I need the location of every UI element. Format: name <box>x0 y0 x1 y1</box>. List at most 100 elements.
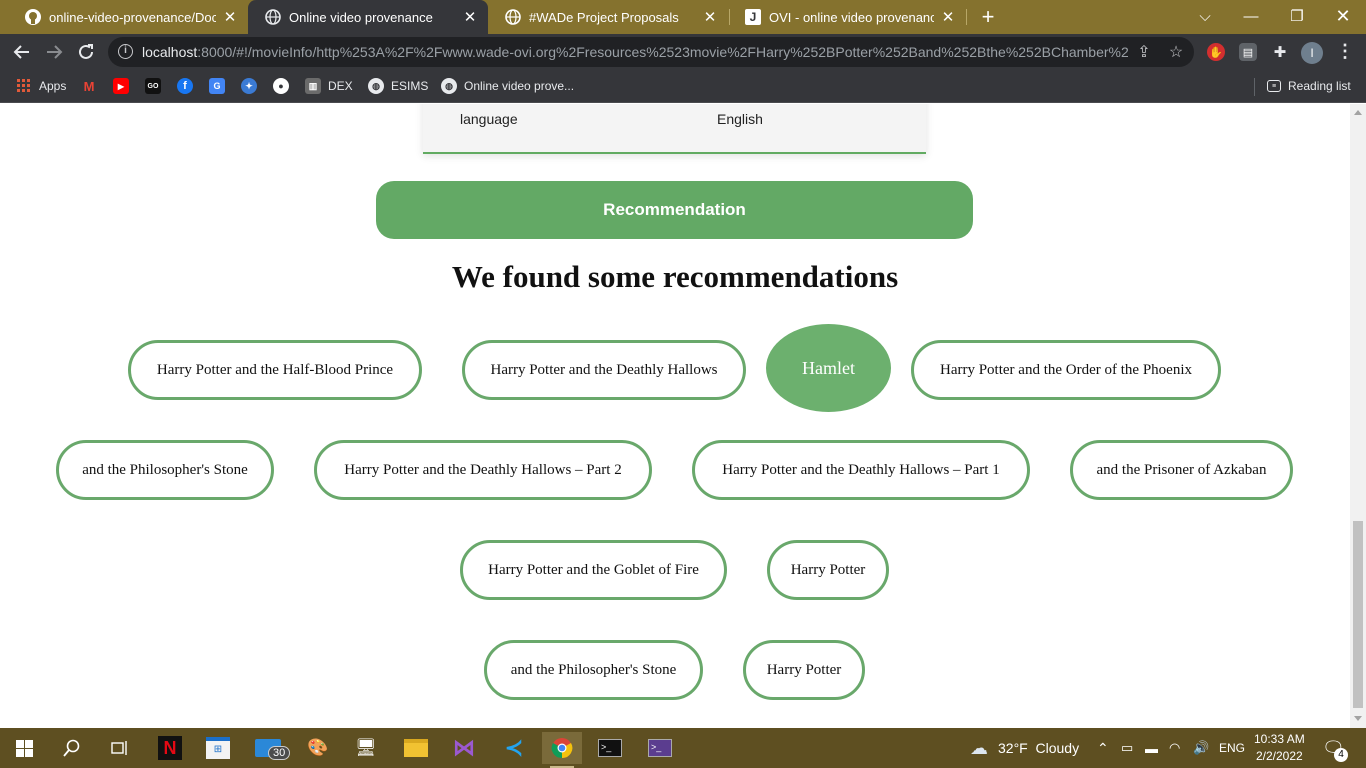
scrollbar-thumb[interactable] <box>1353 521 1363 708</box>
bookmark-separator <box>1254 78 1255 96</box>
close-icon[interactable]: ✕ <box>940 8 956 26</box>
reading-list-icon: ≡ <box>1267 80 1281 92</box>
address-bar[interactable]: i localhost:8000/#!/movieInfo/http%253A%… <box>108 37 1194 67</box>
battery-icon[interactable]: ▬ <box>1145 728 1158 768</box>
forward-button[interactable] <box>41 39 67 65</box>
info-value-language: English <box>717 111 763 127</box>
bookmark-translate[interactable]: G <box>209 76 232 96</box>
task-view-icon[interactable] <box>100 732 140 764</box>
notification-center[interactable]: 🗨 4 <box>1322 728 1348 768</box>
network-icon[interactable]: ▭ <box>1121 728 1133 768</box>
store-app-icon[interactable]: ⊞ <box>198 732 238 764</box>
paint-app-icon[interactable]: 🎨 <box>298 732 338 764</box>
clock-date: 2/2/2022 <box>1255 749 1303 763</box>
bookmark-star-icon[interactable]: ☆ <box>1166 42 1186 62</box>
tab-title: Online video provenance <box>289 9 433 25</box>
globe-icon <box>505 9 521 25</box>
recommendation-pill[interactable]: and the Prisoner of Azkaban <box>1070 440 1293 500</box>
recommendation-pill[interactable]: Harry Potter and the Half-Blood Prince <box>128 340 422 400</box>
url-path: :8000/#!/movieInfo/http%253A%2F%2Fwww.wa… <box>197 44 1128 60</box>
recommendation-pill[interactable]: Harry Potter and the Deathly Hallows <box>462 340 746 400</box>
weather-widget[interactable]: ☁ 32°F Cloudy <box>970 728 1079 768</box>
scroll-up-arrow-icon[interactable] <box>1354 110 1362 115</box>
github-icon <box>25 9 41 25</box>
recommendation-pill[interactable]: Harry Potter and the Order of the Phoeni… <box>911 340 1221 400</box>
bookmark-hbo-go[interactable]: GO <box>145 76 168 96</box>
back-button[interactable] <box>9 39 35 65</box>
extension-icon[interactable]: ▤ <box>1239 43 1257 61</box>
share-icon[interactable]: ⇪ <box>1134 42 1154 62</box>
clock-time: 10:33 AM <box>1254 732 1305 746</box>
bookmark-bird[interactable]: ✦ <box>241 76 264 96</box>
recommendation-button[interactable]: Recommendation <box>376 181 973 239</box>
visual-studio-icon[interactable]: ⋈ <box>444 732 484 764</box>
reload-icon <box>79 44 93 59</box>
url-host: localhost <box>142 44 198 60</box>
language-indicator[interactable]: ENG <box>1219 728 1245 768</box>
puzzle-extensions-icon[interactable]: ✚ <box>1271 43 1289 61</box>
computer-app-icon[interactable]: 🖥 <box>346 732 386 764</box>
powershell-app-icon[interactable]: >_ <box>640 732 680 764</box>
start-button[interactable] <box>4 732 44 764</box>
facebook-icon: f <box>177 78 193 94</box>
bookmark-gmail[interactable]: M <box>81 76 104 96</box>
weather-text: 32°F Cloudy <box>998 740 1080 756</box>
recommendation-pill[interactable]: Harry Potter and the Deathly Hallows – P… <box>692 440 1030 500</box>
tab-search-icon[interactable]: ⌵ <box>1182 0 1228 32</box>
bookmark-dex[interactable]: ▥ DEX <box>305 76 353 96</box>
bookmark-online-video-prove[interactable]: ◍ Online video prove... <box>441 76 574 96</box>
minimize-button[interactable]: — <box>1228 0 1274 32</box>
reload-button[interactable] <box>73 39 99 65</box>
tab-strip: online-video-provenance/Docum ✕ Online v… <box>0 0 1366 34</box>
restore-button[interactable]: ❐ <box>1274 0 1320 32</box>
file-explorer-icon[interactable] <box>396 732 436 764</box>
chevron-up-icon[interactable]: ⌃ <box>1097 728 1109 768</box>
adblock-extension-icon[interactable]: ✋ <box>1207 43 1225 61</box>
chrome-app-icon[interactable] <box>542 732 582 768</box>
volume-icon[interactable]: 🔊 <box>1193 728 1209 768</box>
clock[interactable]: 10:33 AM 2/2/2022 <box>1254 728 1305 768</box>
recommendation-pill[interactable]: and the Philosopher's Stone <box>56 440 274 500</box>
page-content: language English Recommendation We found… <box>0 104 1350 728</box>
globe-icon: ◍ <box>368 78 384 94</box>
recommendation-pill-highlighted[interactable]: Hamlet <box>766 324 891 412</box>
browser-toolbar: i localhost:8000/#!/movieInfo/http%253A%… <box>0 34 1366 70</box>
hbo-go-icon: GO <box>145 78 161 94</box>
bookmark-label: Apps <box>39 79 67 93</box>
new-tab-button[interactable]: + <box>976 4 1000 30</box>
recommendation-pill[interactable]: and the Philosopher's Stone <box>484 640 703 700</box>
tab-wade-proposals[interactable]: #WADe Project Proposals ✕ <box>488 0 728 34</box>
recommendation-pill[interactable]: Harry Potter and the Deathly Hallows – P… <box>314 440 652 500</box>
terminal-app-icon[interactable]: >_ <box>590 732 630 764</box>
recommendation-pill[interactable]: Harry Potter and the Goblet of Fire <box>460 540 727 600</box>
bookmarks-bar: Apps M ▶ GO f G ✦ ● ▥ DEX ◍ ESIMS ◍ Onli… <box>0 70 1366 103</box>
close-window-button[interactable]: ✕ <box>1320 0 1366 32</box>
recommendation-pill[interactable]: Harry Potter <box>767 540 889 600</box>
bookmark-youtube[interactable]: ▶ <box>113 76 136 96</box>
tab-online-video-provenance[interactable]: Online video provenance ✕ <box>248 0 488 34</box>
close-icon[interactable]: ✕ <box>462 8 478 26</box>
vscode-icon[interactable]: ≺ <box>494 732 534 764</box>
scroll-down-arrow-icon[interactable] <box>1354 716 1362 721</box>
recommendation-pill[interactable]: Harry Potter <box>743 640 865 700</box>
bookmark-apps[interactable]: Apps <box>16 76 66 96</box>
cloud-icon: ☁ <box>970 737 988 758</box>
menu-dots-icon[interactable]: ⋮ <box>1336 41 1354 62</box>
mail-app-icon[interactable]: 30 <box>248 732 291 764</box>
tab-github-docs[interactable]: online-video-provenance/Docum ✕ <box>8 0 248 34</box>
close-icon[interactable]: ✕ <box>702 8 718 26</box>
search-icon[interactable] <box>52 732 92 764</box>
wifi-icon[interactable]: ◠ <box>1169 728 1180 768</box>
reading-list-button[interactable]: ≡ Reading list <box>1267 76 1351 96</box>
netflix-app-icon[interactable]: N <box>150 732 190 764</box>
info-icon[interactable]: i <box>118 44 133 59</box>
page-scrollbar[interactable] <box>1350 104 1366 728</box>
url-text[interactable]: localhost:8000/#!/movieInfo/http%253A%2F… <box>142 44 1128 60</box>
bookmark-esims[interactable]: ◍ ESIMS <box>368 76 428 96</box>
close-icon[interactable]: ✕ <box>222 8 238 26</box>
j-icon: J <box>745 9 761 25</box>
bookmark-facebook[interactable]: f <box>177 76 200 96</box>
bookmark-github[interactable]: ● <box>273 76 296 96</box>
tab-ovi-jira[interactable]: J OVI - online video provenance - ✕ <box>728 0 966 34</box>
profile-avatar[interactable]: I <box>1301 42 1323 64</box>
